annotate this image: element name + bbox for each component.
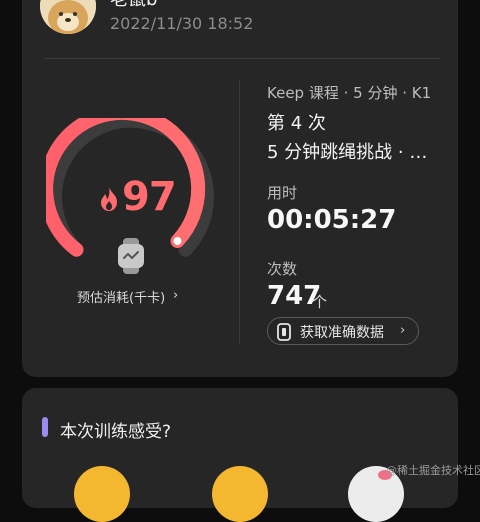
chevron-right-icon: › <box>400 323 406 338</box>
gauge-end-marker <box>173 237 182 245</box>
count-label: 次数 <box>267 260 298 278</box>
session-number: 第 4 次 <box>267 113 326 134</box>
duration-label: 用时 <box>267 184 298 202</box>
divider <box>239 80 240 344</box>
calorie-label[interactable]: 预估消耗(千卡) <box>77 287 165 306</box>
phone-icon <box>277 323 291 341</box>
get-accurate-data-button[interactable]: 获取准确数据 › <box>267 317 419 345</box>
watch-icon <box>118 238 144 274</box>
feeling-option-2[interactable] <box>212 466 268 522</box>
count-unit: 个 <box>312 293 328 311</box>
duration-value: 00:05:27 <box>267 205 397 235</box>
divider <box>44 58 440 59</box>
course-name[interactable]: 5 分钟跳绳挑战 · … <box>267 138 427 164</box>
get-accurate-data-label: 获取准确数据 <box>300 325 384 341</box>
username: 老鼠b <box>110 0 157 10</box>
feeling-title: 本次训练感受? <box>60 422 172 442</box>
watermark: @稀土掘金技术社区 <box>386 464 480 477</box>
calorie-value: 97 <box>122 174 177 220</box>
chevron-right-icon[interactable]: › <box>173 288 178 303</box>
feeling-option-1[interactable] <box>74 466 130 522</box>
course-meta: Keep 课程 · 5 分钟 · K1 <box>267 84 432 102</box>
section-accent-bar <box>42 417 48 437</box>
workout-timestamp: 2022/11/30 18:52 <box>110 14 254 33</box>
flame-icon <box>101 187 117 211</box>
